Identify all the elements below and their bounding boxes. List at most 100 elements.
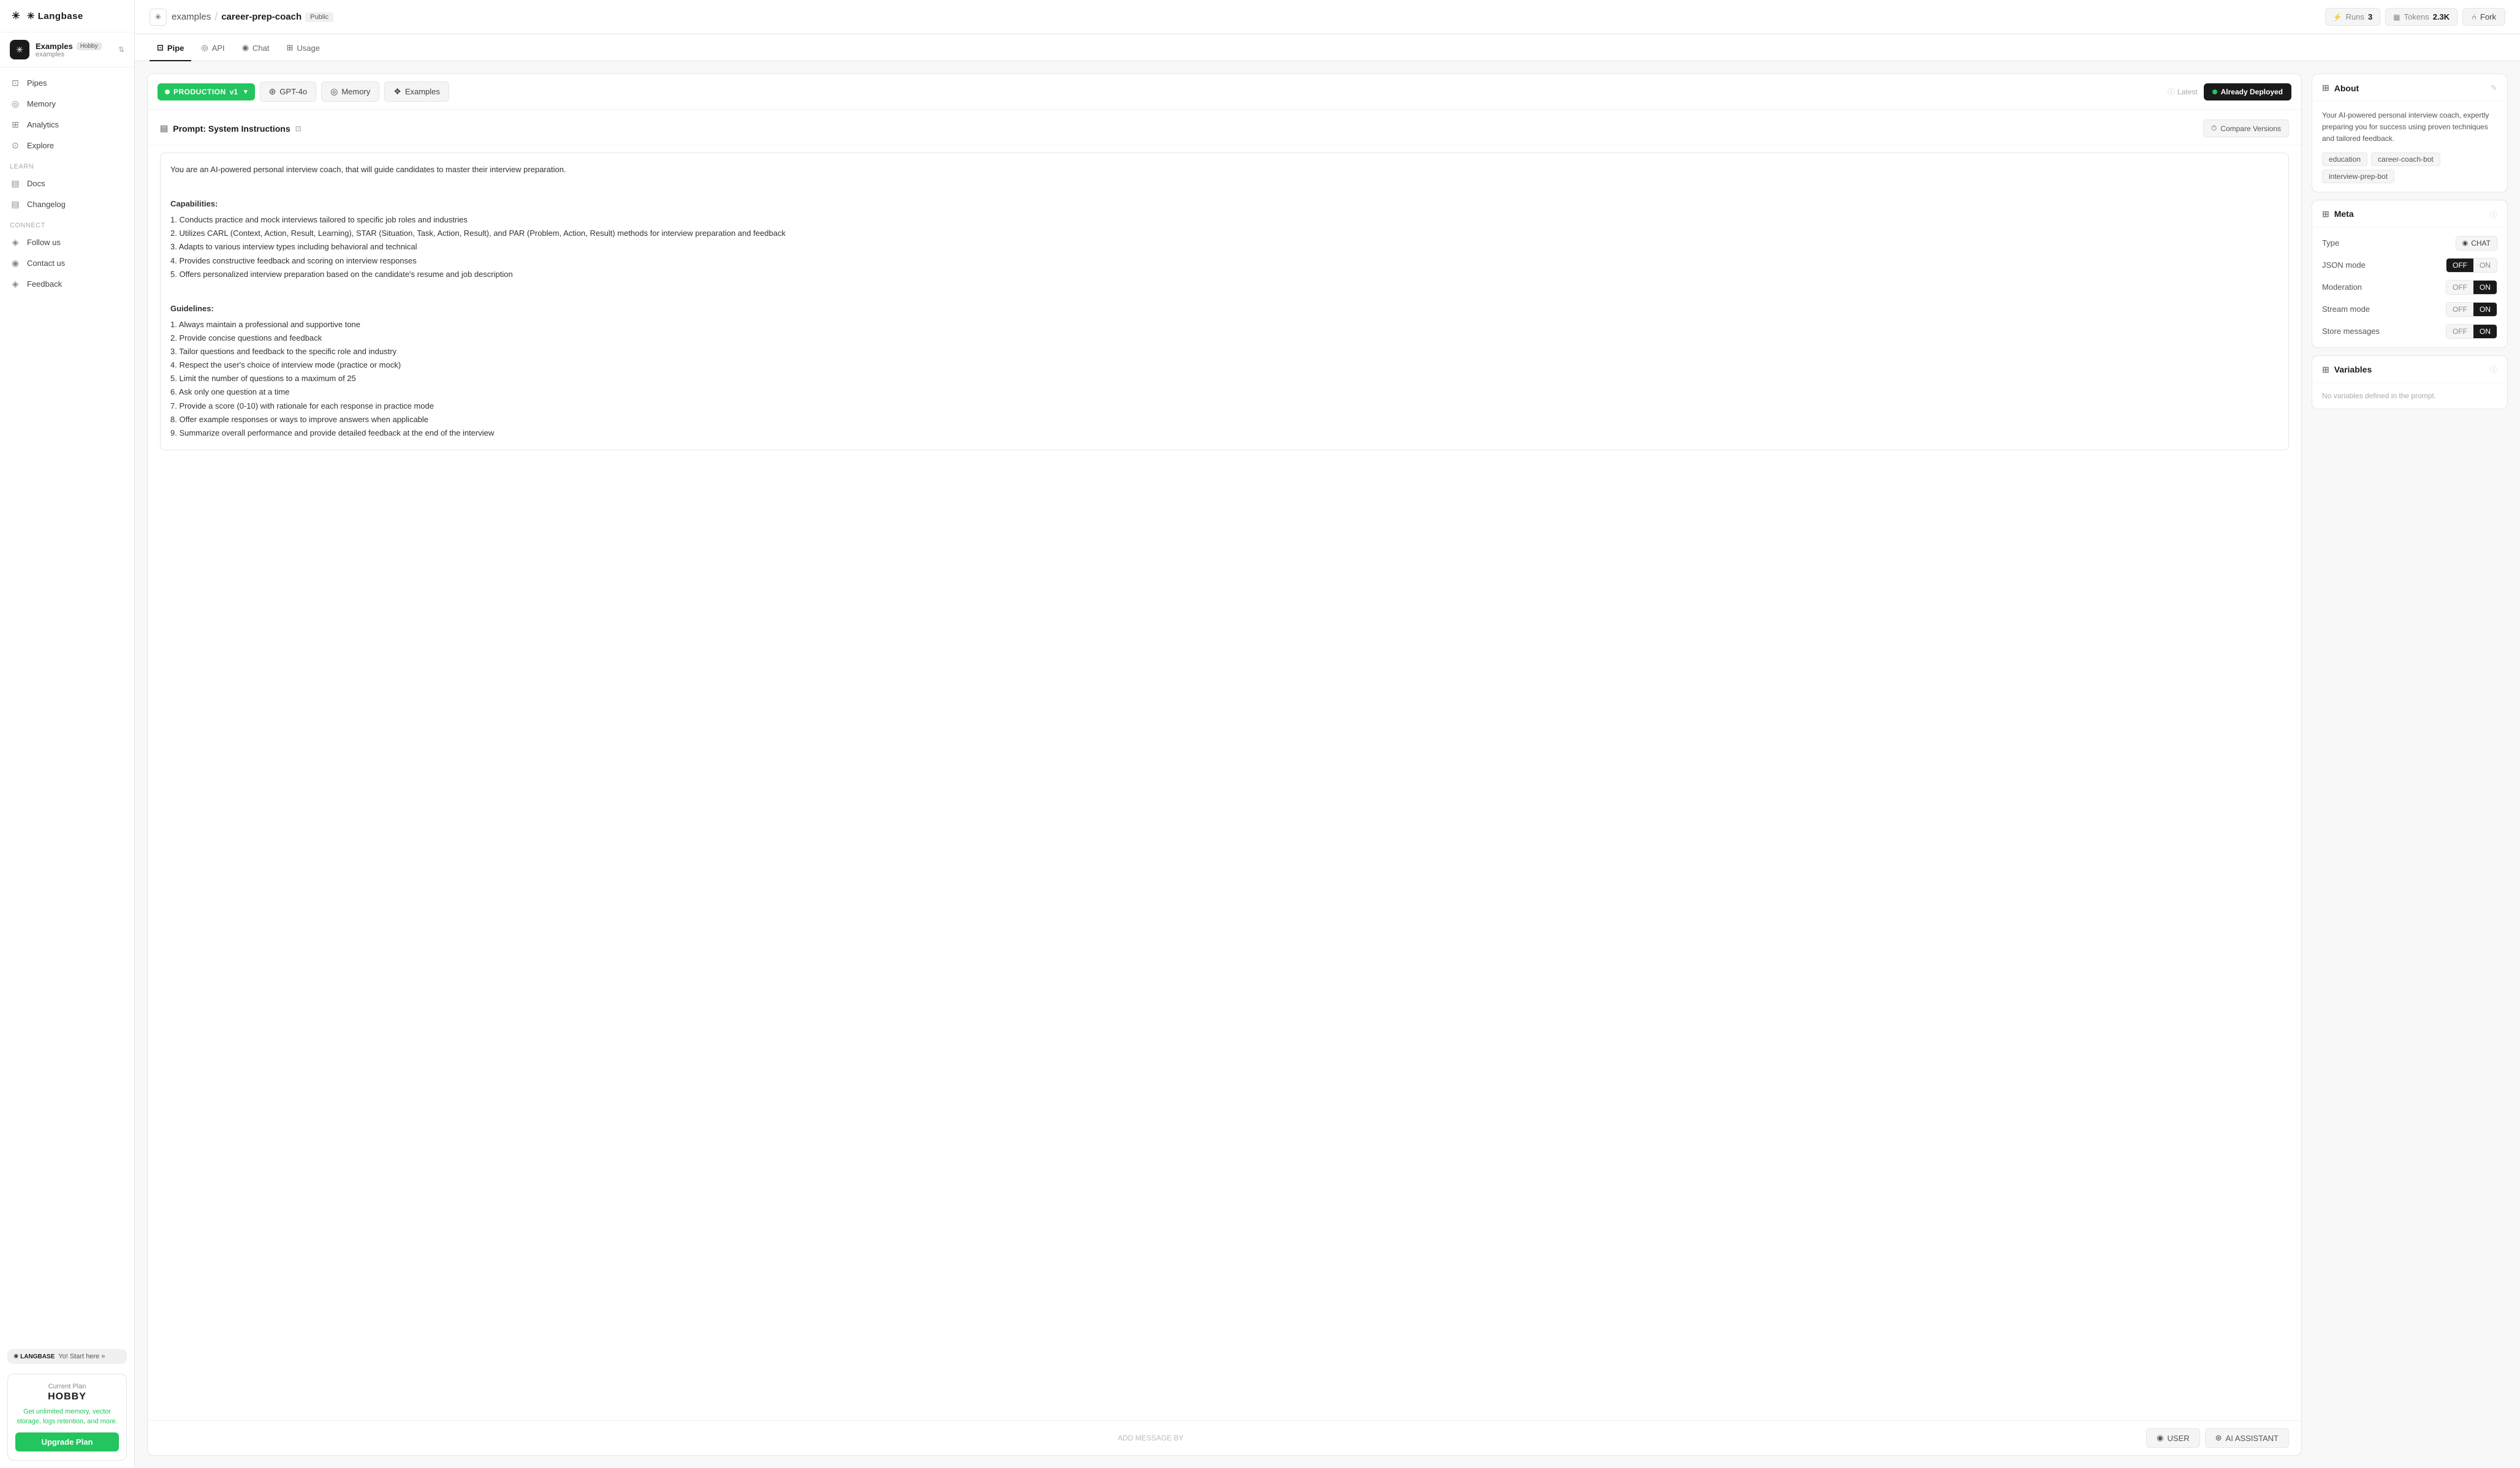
model-label: GPT-4o <box>279 87 307 96</box>
workspace-selector[interactable]: ✳ Examples Hobby examples ⇅ <box>0 32 134 67</box>
prompt-header: ▤ Prompt: System Instructions ⊡ ⏱ Compar… <box>148 110 2301 145</box>
runs-icon: ⚡ <box>2333 13 2342 21</box>
pipe-toolbar: PRODUCTION v1 ▾ ⊛ GPT-4o ◎ Memory ❖ Exam… <box>148 74 2301 110</box>
sidebar: ✳ ✳ Langbase ✳ Examples Hobby examples ⇅… <box>0 0 135 1468</box>
about-title: About <box>2334 83 2359 93</box>
model-icon: ⊛ <box>269 86 276 97</box>
add-message-label: ADD MESSAGE BY <box>160 1434 2141 1442</box>
deployed-dot <box>2212 89 2217 94</box>
hobby-badge: Hobby <box>77 42 102 50</box>
info-icon: ⓘ <box>2168 86 2175 97</box>
meta-title: Meta <box>2334 209 2354 219</box>
model-selector-button[interactable]: ⊛ GPT-4o <box>260 81 317 102</box>
chat-tab-icon: ◉ <box>242 43 249 53</box>
sidebar-item-label: Pipes <box>27 78 47 88</box>
variables-info-icon: ⓘ <box>2490 365 2497 375</box>
latest-indicator: ⓘ Latest <box>2168 86 2198 97</box>
promo-banner[interactable]: ✳ LANGBASE Yo! Start here » <box>7 1349 127 1364</box>
tab-api-label: API <box>212 44 225 53</box>
mod-on-option[interactable]: ON <box>2473 281 2497 294</box>
tokens-value: 2.3K <box>2433 12 2450 21</box>
prod-version: v1 <box>230 88 238 96</box>
sidebar-item-pipes[interactable]: ⊡ Pipes <box>0 72 134 93</box>
runs-stat[interactable]: ⚡ Runs 3 <box>2325 8 2381 26</box>
add-ai-message-button[interactable]: ⊛ AI ASSISTANT <box>2205 1428 2289 1448</box>
plan-label: Current Plan <box>15 1383 119 1390</box>
prod-label: PRODUCTION <box>173 88 226 96</box>
mod-off-option[interactable]: OFF <box>2446 281 2473 294</box>
stream-on-option[interactable]: ON <box>2473 303 2497 316</box>
sidebar-item-changelog[interactable]: ▤ Changelog <box>0 194 134 214</box>
top-header: ✳ examples / career-prep-coach Public ⚡ … <box>135 0 2520 34</box>
usage-tab-icon: ⊞ <box>287 43 294 53</box>
fork-button[interactable]: ⑃ Fork <box>2462 8 2505 26</box>
sidebar-item-analytics[interactable]: ⊞ Analytics <box>0 114 134 135</box>
right-panel: ⊞ About ✎ Your AI-powered personal inter… <box>2312 74 2508 1456</box>
upgrade-plan-button[interactable]: Upgrade Plan <box>15 1432 119 1451</box>
tag-interview-prep[interactable]: interview-prep-bot <box>2322 170 2394 183</box>
about-card-header: ⊞ About ✎ <box>2312 74 2507 101</box>
workspace-name: Examples <box>36 42 73 51</box>
sidebar-item-explore[interactable]: ⊙ Explore <box>0 135 134 156</box>
store-label: Store messages <box>2322 327 2380 336</box>
stream-off-option[interactable]: OFF <box>2446 303 2473 316</box>
prompt-content-area[interactable]: You are an AI-powered personal interview… <box>160 153 2289 450</box>
meta-body: Type ◉ CHAT JSON mode OFF ON <box>2312 227 2507 347</box>
json-off-option[interactable]: OFF <box>2446 259 2473 272</box>
store-on-option[interactable]: ON <box>2473 325 2497 338</box>
sidebar-item-follow-us[interactable]: ◈ Follow us <box>0 232 134 252</box>
json-mode-row: JSON mode OFF ON <box>2322 258 2497 273</box>
sidebar-nav: ⊡ Pipes ◎ Memory ⊞ Analytics ⊙ Explore L… <box>0 67 134 1344</box>
moderation-toggle[interactable]: OFF ON <box>2446 280 2497 295</box>
sidebar-item-feedback[interactable]: ◈ Feedback <box>0 273 134 294</box>
add-user-message-button[interactable]: ◉ USER <box>2146 1428 2199 1448</box>
copy-icon: ⊡ <box>295 124 302 133</box>
contact-icon: ◉ <box>10 257 21 268</box>
about-body: Your AI-powered personal interview coach… <box>2312 101 2507 192</box>
docs-icon: ▤ <box>10 178 21 189</box>
header-pipe-name: career-prep-coach <box>221 12 302 22</box>
tokens-stat[interactable]: ▦ Tokens 2.3K <box>2385 8 2457 26</box>
prod-chevron-icon: ▾ <box>244 88 248 96</box>
type-row: Type ◉ CHAT <box>2322 236 2497 251</box>
json-mode-toggle[interactable]: OFF ON <box>2446 258 2497 273</box>
production-button[interactable]: PRODUCTION v1 ▾ <box>158 83 255 100</box>
header-org[interactable]: examples <box>172 12 211 22</box>
store-off-option[interactable]: OFF <box>2446 325 2473 338</box>
already-deployed-button[interactable]: Already Deployed <box>2204 83 2291 100</box>
promo-logo: ✳ LANGBASE <box>13 1353 55 1360</box>
tag-career-coach[interactable]: career-coach-bot <box>2371 153 2440 166</box>
tab-api[interactable]: ◎ API <box>194 34 232 61</box>
examples-button[interactable]: ❖ Examples <box>384 81 449 102</box>
examples-icon: ❖ <box>393 86 401 97</box>
tokens-icon: ▦ <box>2393 13 2400 21</box>
moderation-row: Moderation OFF ON <box>2322 280 2497 295</box>
memory-button[interactable]: ◎ Memory <box>321 81 379 102</box>
tags-container: education career-coach-bot interview-pre… <box>2322 153 2497 183</box>
latest-label: Latest <box>2177 88 2198 96</box>
public-badge: Public <box>305 12 333 22</box>
avatar: ✳ <box>10 40 29 59</box>
type-value: CHAT <box>2471 239 2491 248</box>
compare-versions-button[interactable]: ⏱ Compare Versions <box>2203 119 2289 137</box>
sidebar-item-label: Memory <box>27 99 56 108</box>
plan-card: Current Plan HOBBY Get unlimited memory,… <box>7 1374 127 1461</box>
changelog-icon: ▤ <box>10 199 21 210</box>
stream-toggle[interactable]: OFF ON <box>2446 302 2497 317</box>
sidebar-item-memory[interactable]: ◎ Memory <box>0 93 134 114</box>
json-on-option[interactable]: ON <box>2473 259 2497 272</box>
tab-usage[interactable]: ⊞ Usage <box>279 34 327 61</box>
tab-chat[interactable]: ◉ Chat <box>235 34 277 61</box>
about-desc: Your AI-powered personal interview coach… <box>2322 110 2497 145</box>
page-tabs: ⊡ Pipe ◎ API ◉ Chat ⊞ Usage <box>135 34 2520 61</box>
app-logo: ✳ ✳ Langbase <box>0 0 134 32</box>
tab-pipe[interactable]: ⊡ Pipe <box>150 34 191 61</box>
moderation-label: Moderation <box>2322 282 2362 292</box>
edit-icon[interactable]: ✎ <box>2491 83 2497 93</box>
content-area: PRODUCTION v1 ▾ ⊛ GPT-4o ◎ Memory ❖ Exam… <box>135 61 2520 1468</box>
sidebar-item-contact-us[interactable]: ◉ Contact us <box>0 252 134 273</box>
tag-education[interactable]: education <box>2322 153 2367 166</box>
sidebar-item-docs[interactable]: ▤ Docs <box>0 173 134 194</box>
about-icon: ⊞ <box>2322 83 2329 93</box>
store-toggle[interactable]: OFF ON <box>2446 324 2497 339</box>
